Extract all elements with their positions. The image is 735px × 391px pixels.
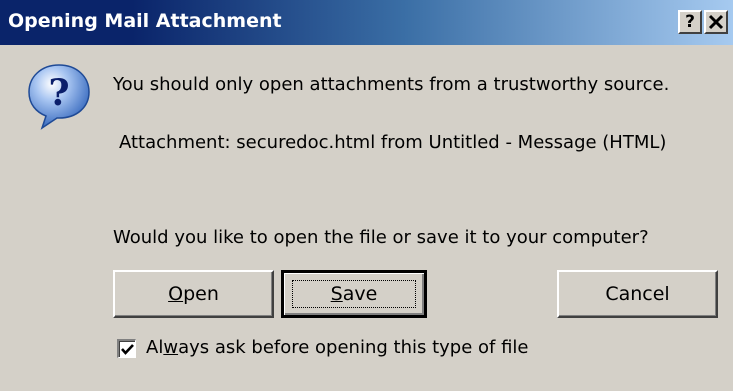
- attachment-dialog: Opening Mail Attachment ? ? You should o…: [0, 0, 735, 391]
- open-button-label: Open: [168, 283, 219, 305]
- cancel-button[interactable]: Cancel: [557, 270, 718, 318]
- always-ask-label[interactable]: Always ask before opening this type of f…: [146, 337, 529, 358]
- save-button-label: Save: [330, 283, 378, 305]
- help-icon: ?: [685, 12, 695, 32]
- save-button[interactable]: Save: [281, 270, 427, 318]
- cancel-button-label: Cancel: [605, 283, 670, 305]
- close-button[interactable]: [704, 10, 728, 34]
- title-bar[interactable]: Opening Mail Attachment ?: [0, 0, 733, 45]
- question-icon: ?: [24, 61, 94, 131]
- checkmark-icon: [121, 344, 134, 355]
- always-ask-checkbox[interactable]: [117, 339, 136, 358]
- svg-text:?: ?: [48, 72, 69, 114]
- close-icon: [706, 14, 726, 37]
- warning-message: You should only open attachments from a …: [113, 74, 670, 95]
- help-button[interactable]: ?: [678, 10, 702, 34]
- question-text: Would you like to open the file or save …: [113, 227, 649, 248]
- attachment-info: Attachment: securedoc.html from Untitled…: [119, 132, 667, 153]
- window-title: Opening Mail Attachment: [8, 10, 282, 32]
- open-button[interactable]: Open: [113, 270, 274, 318]
